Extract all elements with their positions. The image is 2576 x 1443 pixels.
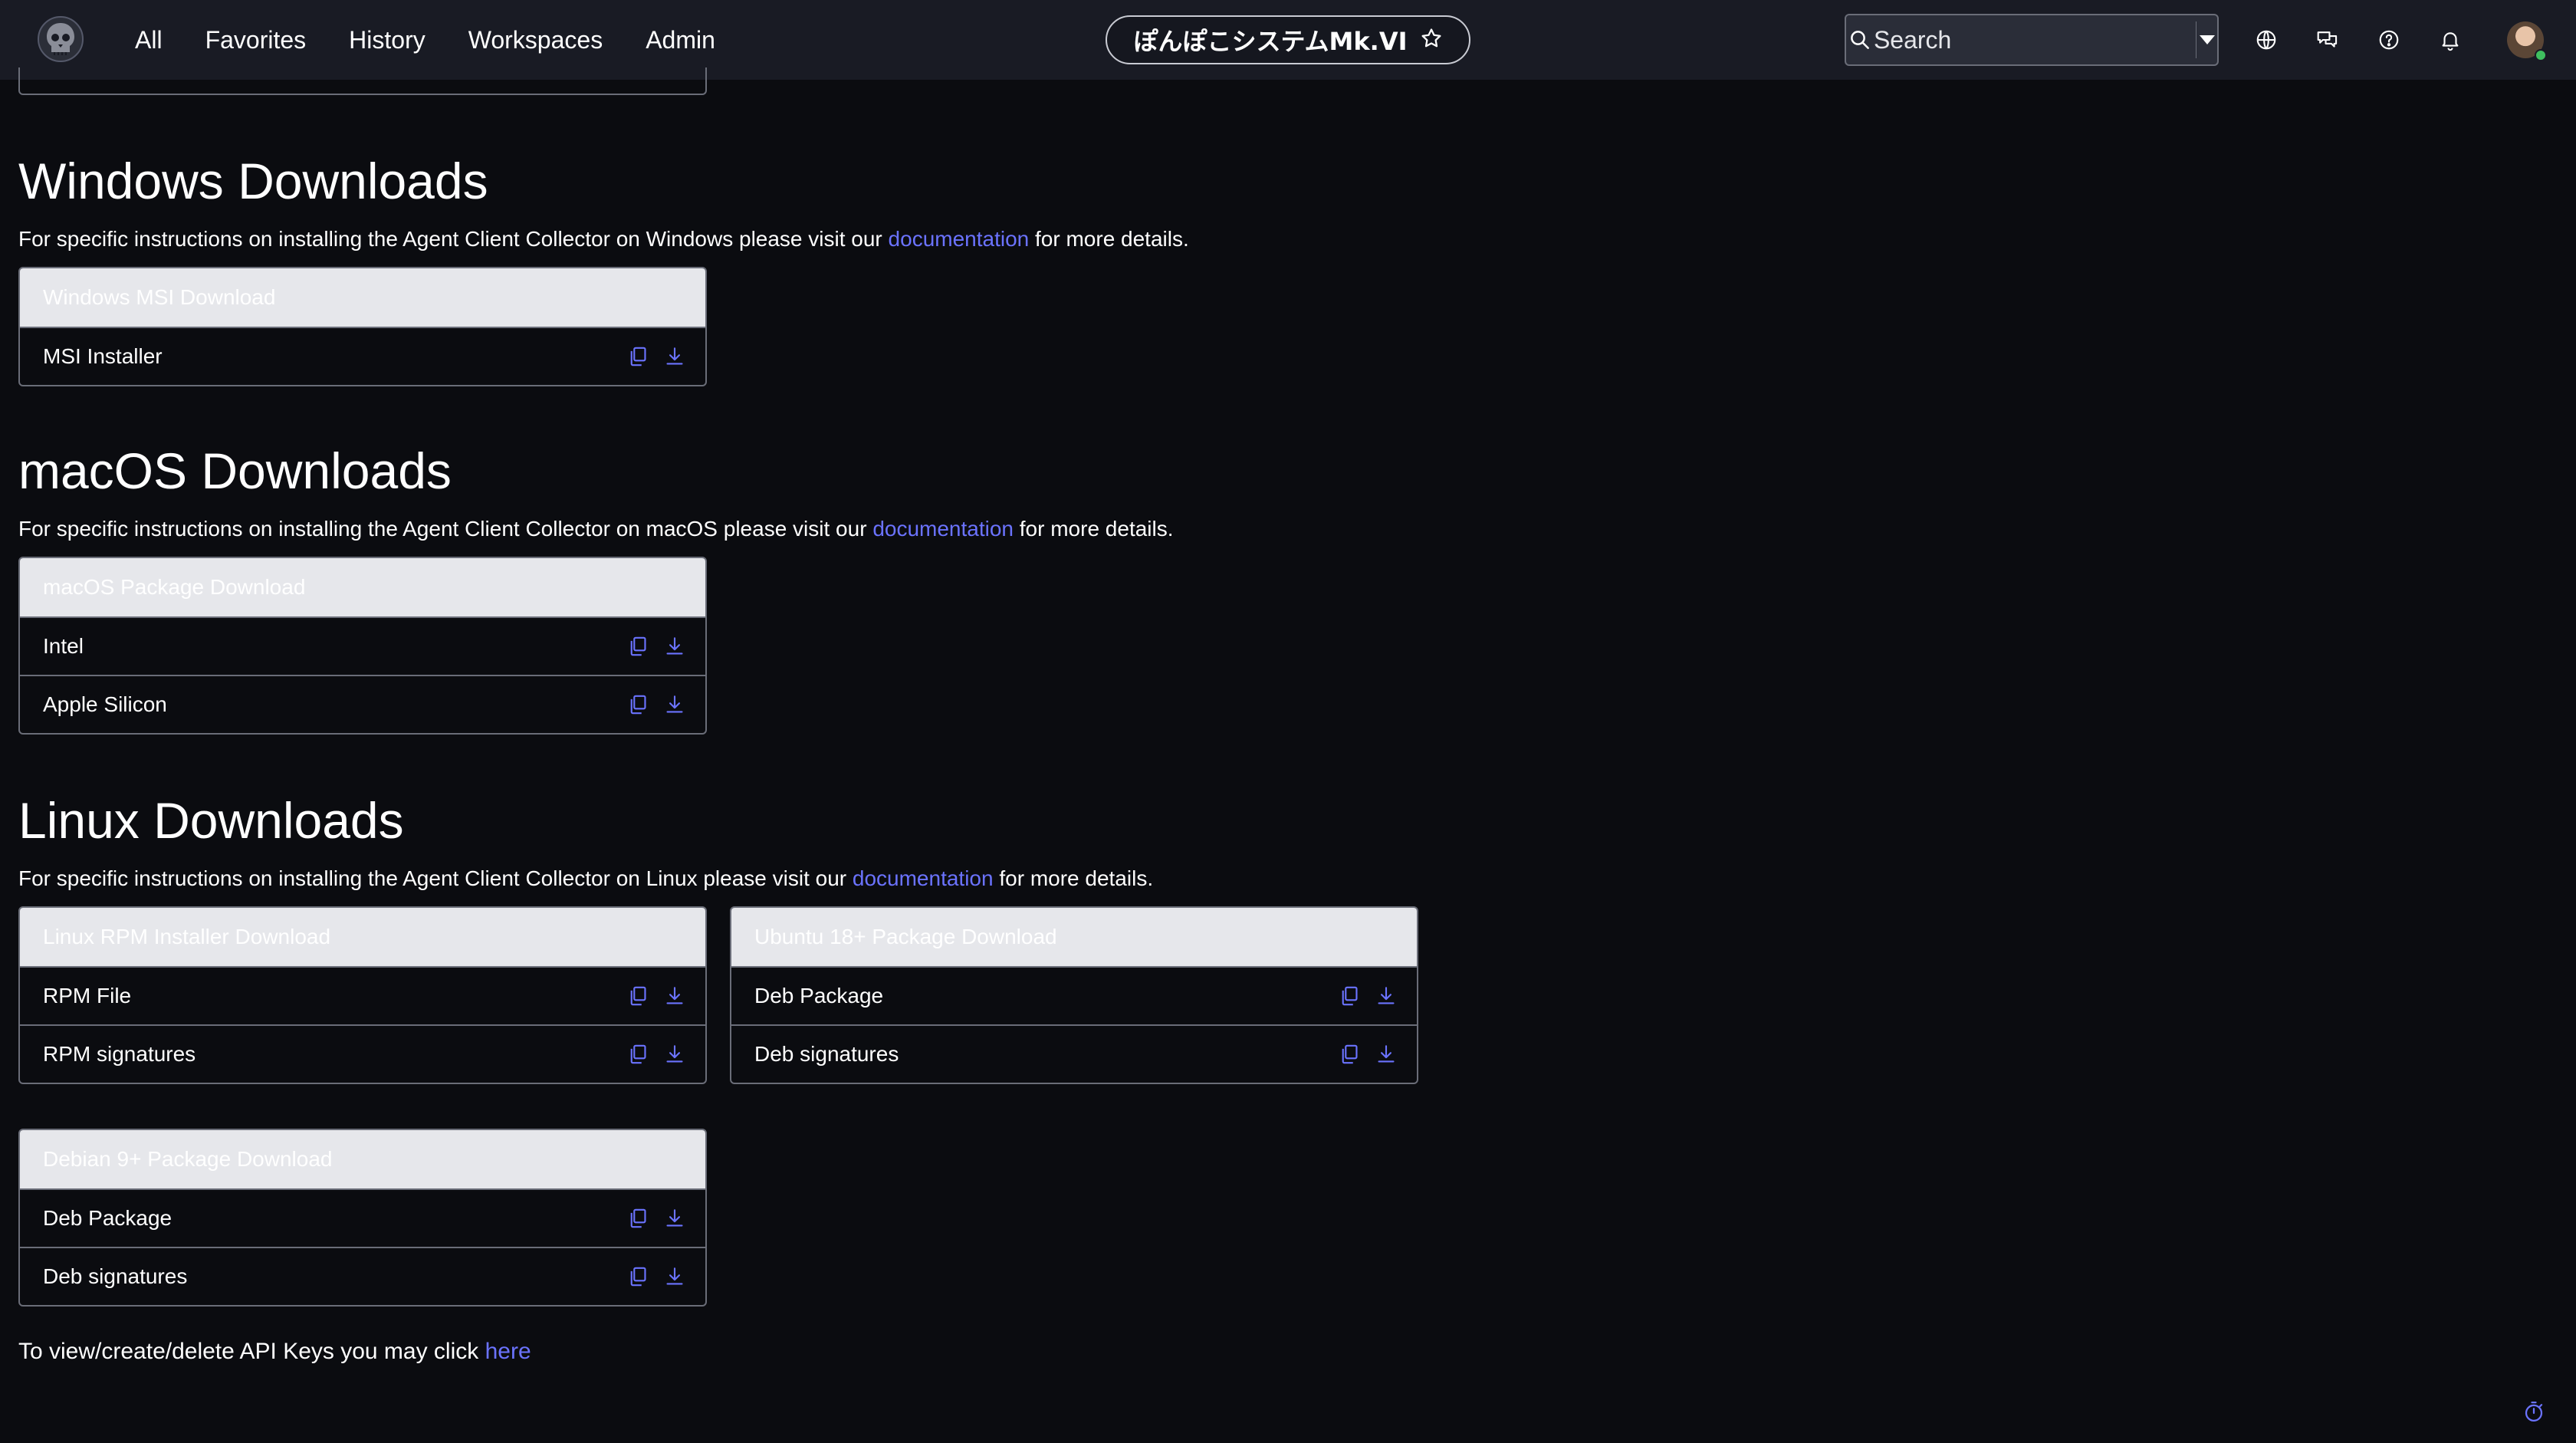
copy-icon[interactable]	[627, 694, 649, 715]
download-row: Apple Silicon	[20, 675, 705, 733]
macos-instructions: For specific instructions on installing …	[18, 517, 1174, 541]
windows-instructions: For specific instructions on installing …	[18, 227, 1189, 251]
macos-instructions-text: For specific instructions on installing …	[18, 517, 873, 541]
download-label: Deb Package	[43, 1206, 172, 1230]
download-row: MSI Installer	[20, 327, 705, 385]
download-row: Deb signatures	[731, 1024, 1417, 1083]
download-row: RPM signatures	[20, 1024, 705, 1083]
linux-instructions: For specific instructions on installing …	[18, 866, 1153, 891]
download-icon[interactable]	[664, 1208, 685, 1229]
download-icon[interactable]	[664, 694, 685, 715]
instance-name: ぽんぽこシステムMk.VI	[1133, 27, 1408, 56]
chat-icon[interactable]	[2312, 25, 2343, 55]
download-icon[interactable]	[1375, 985, 1397, 1007]
search-input[interactable]	[1873, 15, 2196, 64]
card-header: Debian 9+ Package Download	[20, 1130, 705, 1188]
online-status-indicator	[2535, 49, 2547, 61]
linux-instructions-suffix: for more details.	[993, 866, 1154, 890]
api-keys-text: To view/create/delete API Keys you may c…	[18, 1339, 485, 1364]
download-icon[interactable]	[664, 1044, 685, 1065]
windows-instructions-suffix: for more details.	[1029, 227, 1189, 251]
copy-icon[interactable]	[1339, 1044, 1360, 1065]
linux-downloads-heading: Linux Downloads	[18, 792, 404, 849]
download-icon[interactable]	[664, 636, 685, 657]
download-icon[interactable]	[664, 346, 685, 367]
copy-icon[interactable]	[627, 985, 649, 1007]
card-header: Linux RPM Installer Download	[20, 908, 705, 966]
help-icon[interactable]	[2374, 25, 2404, 55]
previous-card-bottom	[18, 67, 707, 95]
nav-item-workspaces[interactable]: Workspaces	[468, 26, 603, 54]
nav-item-history[interactable]: History	[349, 26, 426, 54]
copy-icon[interactable]	[1339, 985, 1360, 1007]
avatar[interactable]	[2507, 21, 2547, 61]
globe-icon[interactable]	[2251, 25, 2282, 55]
download-row: Deb signatures	[20, 1247, 705, 1305]
card-header: Ubuntu 18+ Package Download	[731, 908, 1417, 966]
copy-icon[interactable]	[627, 1266, 649, 1287]
macos-documentation-link[interactable]: documentation	[872, 517, 1014, 541]
download-row: Intel	[20, 616, 705, 675]
download-label: Deb Package	[754, 984, 884, 1007]
download-row: RPM File	[20, 966, 705, 1024]
api-keys-here-link[interactable]: here	[485, 1339, 531, 1364]
nav-item-favorites[interactable]: Favorites	[205, 26, 307, 54]
ubuntu-package-card: Ubuntu 18+ Package Download Deb Package …	[730, 906, 1418, 1084]
download-label: MSI Installer	[43, 344, 163, 368]
nav-item-admin[interactable]: Admin	[646, 26, 715, 54]
macos-package-card: macOS Package Download Intel Apple Silic…	[18, 557, 707, 735]
download-label: RPM signatures	[43, 1042, 196, 1066]
caret-down-icon[interactable]	[2196, 15, 2217, 64]
download-row: Deb Package	[731, 966, 1417, 1024]
card-header: macOS Package Download	[20, 558, 705, 616]
star-icon[interactable]	[1420, 27, 1443, 54]
copy-icon[interactable]	[627, 1044, 649, 1065]
stopwatch-icon[interactable]	[2522, 1400, 2545, 1423]
copy-icon[interactable]	[627, 346, 649, 367]
header-actions	[2251, 0, 2466, 80]
macos-instructions-suffix: for more details.	[1014, 517, 1174, 541]
copy-icon[interactable]	[627, 1208, 649, 1229]
windows-documentation-link[interactable]: documentation	[889, 227, 1030, 251]
copy-icon[interactable]	[627, 636, 649, 657]
windows-downloads-heading: Windows Downloads	[18, 153, 488, 209]
download-icon[interactable]	[664, 1266, 685, 1287]
card-header: Windows MSI Download	[20, 268, 705, 327]
windows-instructions-text: For specific instructions on installing …	[18, 227, 889, 251]
linux-rpm-card: Linux RPM Installer Download RPM File RP…	[18, 906, 707, 1084]
skull-logo-icon[interactable]	[35, 14, 86, 64]
macos-downloads-heading: macOS Downloads	[18, 442, 452, 499]
download-label: Apple Silicon	[43, 692, 167, 716]
bell-icon[interactable]	[2435, 25, 2466, 55]
global-search	[1845, 14, 2219, 66]
windows-msi-card: Windows MSI Download MSI Installer	[18, 267, 707, 386]
debian-package-card: Debian 9+ Package Download Deb Package D…	[18, 1129, 707, 1307]
api-keys-note: To view/create/delete API Keys you may c…	[18, 1339, 531, 1365]
download-label: Deb signatures	[43, 1264, 188, 1288]
search-icon	[1846, 15, 1874, 64]
linux-documentation-link[interactable]: documentation	[853, 866, 994, 890]
download-icon[interactable]	[1375, 1044, 1397, 1065]
download-row: Deb Package	[20, 1188, 705, 1247]
download-label: Deb signatures	[754, 1042, 899, 1066]
linux-instructions-text: For specific instructions on installing …	[18, 866, 853, 890]
download-label: Intel	[43, 634, 84, 658]
instance-name-pill[interactable]: ぽんぽこシステムMk.VI	[1106, 15, 1470, 64]
download-icon[interactable]	[664, 985, 685, 1007]
nav-item-all[interactable]: All	[135, 26, 163, 54]
download-label: RPM File	[43, 984, 132, 1007]
